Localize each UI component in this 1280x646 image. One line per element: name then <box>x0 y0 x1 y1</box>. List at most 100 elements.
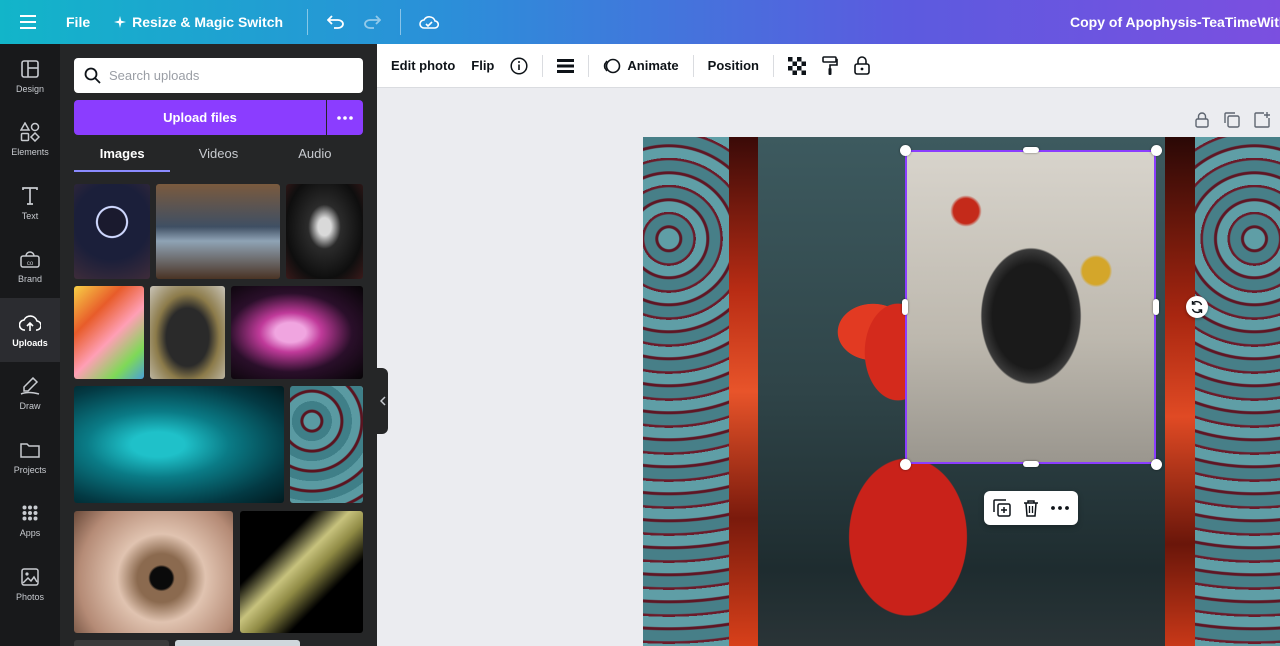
main-menu-button[interactable] <box>0 0 56 44</box>
resize-handle-top-right[interactable] <box>1151 145 1162 156</box>
brand-icon: co <box>20 251 40 268</box>
collapse-panel-button[interactable] <box>377 368 388 434</box>
uploads-icon <box>19 315 41 331</box>
photos-icon <box>21 568 39 586</box>
more-horizontal-icon <box>337 115 353 120</box>
tab-videos[interactable]: Videos <box>170 142 266 172</box>
marble-pattern-right[interactable] <box>1195 137 1280 646</box>
rotate-handle[interactable] <box>1186 296 1208 318</box>
lock-icon <box>854 56 870 75</box>
position-button[interactable]: Position <box>700 49 767 83</box>
page-actions <box>1192 110 1272 130</box>
upload-files-button[interactable]: Upload files <box>74 100 326 135</box>
elements-icon <box>20 122 40 143</box>
resize-handle-bottom[interactable] <box>1023 461 1039 467</box>
lava-strip-right[interactable] <box>1165 137 1195 646</box>
rail-item-apps[interactable]: Apps <box>0 489 60 553</box>
selection-box <box>905 150 1156 464</box>
transparency-icon <box>787 56 806 75</box>
search-icon <box>84 67 101 84</box>
rotate-icon <box>1191 300 1203 314</box>
media-tabs: Images Videos Audio <box>74 142 363 172</box>
rail-item-label: Draw <box>19 401 41 412</box>
rail-item-label: Uploads <box>12 337 48 348</box>
border-style-button[interactable] <box>549 49 582 83</box>
upload-thumbnail[interactable] <box>290 386 363 503</box>
tab-images[interactable]: Images <box>74 142 171 172</box>
delete-element-button[interactable] <box>1018 495 1044 521</box>
upload-thumbnail[interactable] <box>74 511 233 633</box>
uploads-panel: Upload files Images Videos Audio <box>60 44 377 646</box>
upload-thumbnail[interactable] <box>74 386 284 503</box>
animate-button[interactable]: Animate <box>595 49 686 83</box>
upload-thumbnail[interactable] <box>231 286 363 379</box>
svg-text:co: co <box>27 261 34 267</box>
resize-handle-top[interactable] <box>1023 147 1039 153</box>
more-horizontal-icon <box>1050 506 1069 510</box>
rail-item-draw[interactable]: Draw <box>0 362 60 426</box>
more-options-button[interactable] <box>1047 495 1073 521</box>
duplicate-page-button[interactable] <box>1222 110 1242 130</box>
redo-button[interactable] <box>354 0 390 44</box>
upload-thumbnail[interactable] <box>175 640 300 646</box>
duplicate-icon <box>1224 112 1240 128</box>
search-box[interactable] <box>74 58 363 93</box>
resize-handle-top-left[interactable] <box>900 145 911 156</box>
toolbar-divider <box>692 54 694 77</box>
undo-icon <box>327 15 344 29</box>
undo-button[interactable] <box>318 0 354 44</box>
upload-thumbnail[interactable] <box>150 286 225 379</box>
upload-thumbnail[interactable] <box>74 286 144 379</box>
document-title[interactable]: Copy of Apophysis-TeaTimeWithA <box>1070 0 1280 44</box>
upload-thumbnail[interactable] <box>240 511 363 633</box>
marble-pattern-left[interactable] <box>643 137 729 646</box>
projects-icon <box>20 443 40 458</box>
lock-page-button[interactable] <box>1192 110 1212 130</box>
tab-audio[interactable]: Audio <box>267 142 363 172</box>
lava-strip-left[interactable] <box>729 137 758 646</box>
search-input[interactable] <box>109 68 349 83</box>
upload-more-button[interactable] <box>327 100 363 135</box>
cloud-save-status[interactable] <box>411 0 447 44</box>
duplicate-element-button[interactable] <box>989 495 1015 521</box>
upload-thumbnail[interactable] <box>74 184 150 279</box>
rail-item-design[interactable]: Design <box>0 44 60 108</box>
resize-handle-right[interactable] <box>1153 299 1159 315</box>
upload-thumbnail[interactable] <box>74 640 169 646</box>
apps-icon <box>22 505 38 521</box>
hamburger-icon <box>20 15 36 29</box>
duplicate-icon <box>993 499 1012 517</box>
transparency-button[interactable] <box>780 49 814 83</box>
lock-button[interactable] <box>846 49 878 83</box>
rail-item-uploads[interactable]: Uploads <box>0 298 60 362</box>
upload-thumbnail[interactable] <box>286 184 363 279</box>
resize-magic-switch-button[interactable]: Resize & Magic Switch <box>100 0 297 44</box>
flip-button[interactable]: Flip <box>463 49 502 83</box>
add-page-button[interactable] <box>1252 110 1272 130</box>
sparkle-icon <box>114 16 127 28</box>
edit-photo-button[interactable]: Edit photo <box>383 49 463 83</box>
file-menu-button[interactable]: File <box>56 0 100 44</box>
rail-item-label: Projects <box>13 464 47 475</box>
topbar-divider <box>307 9 309 35</box>
paint-roller-icon <box>822 55 838 75</box>
trash-icon <box>1023 500 1038 517</box>
uploads-grid <box>74 184 363 646</box>
rail-item-photos[interactable]: Photos <box>0 552 60 616</box>
animate-label: Animate <box>627 58 679 73</box>
upload-thumbnail[interactable] <box>156 184 280 279</box>
rail-item-elements[interactable]: Elements <box>0 108 60 172</box>
text-icon <box>22 186 38 205</box>
add-page-icon <box>1254 112 1270 128</box>
toolbar-divider <box>772 54 774 77</box>
resize-handle-bottom-left[interactable] <box>900 459 911 470</box>
resize-handle-bottom-right[interactable] <box>1151 459 1162 470</box>
rail-item-brand[interactable]: co Brand <box>0 235 60 299</box>
resize-handle-left[interactable] <box>902 299 908 315</box>
info-button[interactable] <box>502 49 536 83</box>
rail-item-text[interactable]: Text <box>0 171 60 235</box>
rail-item-projects[interactable]: Projects <box>0 425 60 489</box>
design-icon <box>21 59 39 78</box>
rail-item-label: Elements <box>11 147 49 158</box>
copy-style-button[interactable] <box>814 49 846 83</box>
